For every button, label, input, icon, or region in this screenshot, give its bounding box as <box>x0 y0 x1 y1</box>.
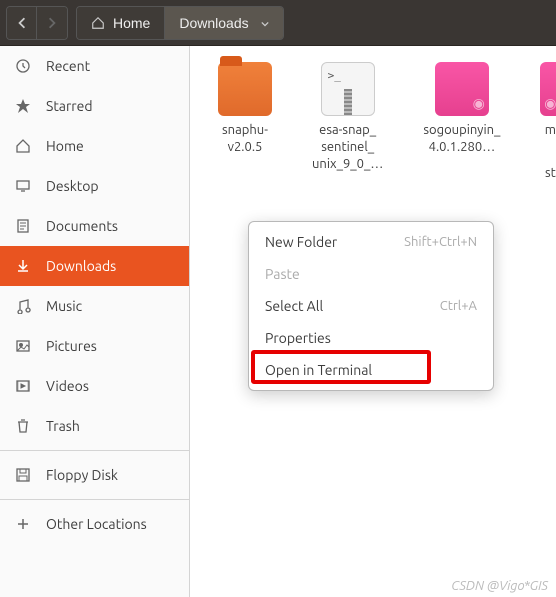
watermark: CSDN @Vigo*GIS <box>451 579 548 593</box>
sidebar-item-desktop[interactable]: Desktop <box>0 166 189 206</box>
star-icon <box>14 97 32 115</box>
file-label: st <box>545 165 556 182</box>
file-item-archive[interactable]: esa-snap_ sentinel_ unix_9_0_… <box>312 62 383 182</box>
sidebar-item-recent[interactable]: Recent <box>0 46 189 86</box>
forward-button[interactable] <box>37 7 67 39</box>
menu-item-label: Properties <box>265 330 331 346</box>
file-label: sogoupinyin_ 4.0.1.280… <box>423 122 500 156</box>
archive-icon <box>321 62 375 116</box>
file-label: snaphu- v2.0.5 <box>222 122 268 156</box>
breadcrumb-home-label: Home <box>113 15 150 31</box>
sidebar-item-floppy[interactable]: Floppy Disk <box>0 455 189 495</box>
toolbar: Home Downloads <box>0 0 556 46</box>
sidebar-item-label: Floppy Disk <box>46 467 118 483</box>
sidebar-item-label: Documents <box>46 218 118 234</box>
chevron-left-icon <box>16 17 28 29</box>
plus-icon <box>14 515 32 533</box>
clock-icon <box>14 57 32 75</box>
file-item-folder[interactable]: snaphu- v2.0.5 <box>218 62 272 182</box>
sidebar-item-label: Desktop <box>46 178 99 194</box>
chevron-right-icon <box>46 17 58 29</box>
documents-icon <box>14 217 32 235</box>
desktop-icon <box>14 177 32 195</box>
sidebar-item-home[interactable]: Home <box>0 126 189 166</box>
sidebar-item-label: Other Locations <box>46 516 147 532</box>
deb-package-icon <box>540 62 556 116</box>
trash-icon <box>14 417 32 435</box>
menu-item-label: New Folder <box>265 234 337 250</box>
sidebar-item-trash[interactable]: Trash <box>0 406 189 446</box>
home-icon <box>91 16 105 30</box>
sidebar-item-music[interactable]: Music <box>0 286 189 326</box>
context-menu: New Folder Shift+Ctrl+N Paste Select All… <box>248 221 494 391</box>
floppy-icon <box>14 466 32 484</box>
menu-item-properties[interactable]: Properties <box>249 322 493 354</box>
breadcrumb: Home Downloads <box>76 6 284 40</box>
deb-package-icon <box>435 62 489 116</box>
downloads-icon <box>14 257 32 275</box>
sidebar-item-label: Starred <box>46 98 93 114</box>
breadcrumb-current-label: Downloads <box>179 15 248 31</box>
menu-item-paste: Paste <box>249 258 493 290</box>
menu-item-label: Paste <box>265 266 300 282</box>
sidebar-item-documents[interactable]: Documents <box>0 206 189 246</box>
sidebar-item-label: Trash <box>46 418 80 434</box>
menu-item-new-folder[interactable]: New Folder Shift+Ctrl+N <box>249 226 493 258</box>
back-button[interactable] <box>7 7 37 39</box>
sidebar-item-other-locations[interactable]: Other Locations <box>0 504 189 544</box>
sidebar-item-label: Videos <box>46 378 89 394</box>
home-icon <box>14 137 32 155</box>
music-icon <box>14 297 32 315</box>
sidebar-item-label: Pictures <box>46 338 97 354</box>
sidebar-item-starred[interactable]: Starred <box>0 86 189 126</box>
menu-item-select-all[interactable]: Select All Ctrl+A <box>249 290 493 322</box>
file-item-deb[interactable]: sogoupinyin_ 4.0.1.280… <box>423 62 500 182</box>
menu-item-shortcut: Ctrl+A <box>440 299 477 313</box>
sidebar: Recent Starred Home Desktop Documents Do… <box>0 46 190 597</box>
sidebar-item-downloads[interactable]: Downloads <box>0 246 189 286</box>
file-grid: snaphu- v2.0.5 esa-snap_ sentinel_ unix_… <box>198 62 548 182</box>
sidebar-item-label: Home <box>46 138 84 154</box>
menu-item-open-terminal[interactable]: Open in Terminal <box>249 354 493 386</box>
menu-item-label: Select All <box>265 298 323 314</box>
breadcrumb-home[interactable]: Home <box>77 7 165 39</box>
sidebar-item-label: Music <box>46 298 82 314</box>
breadcrumb-current[interactable]: Downloads <box>165 7 282 39</box>
pictures-icon <box>14 337 32 355</box>
sidebar-item-label: Downloads <box>46 258 116 274</box>
menu-item-label: Open in Terminal <box>265 362 372 378</box>
sidebar-item-label: Recent <box>46 58 90 74</box>
chevron-down-icon <box>261 15 269 31</box>
file-label: esa-snap_ sentinel_ unix_9_0_… <box>312 122 383 173</box>
nav-group <box>6 6 68 40</box>
divider <box>0 450 189 451</box>
divider <box>0 499 189 500</box>
file-label: m <box>545 122 556 139</box>
sidebar-item-videos[interactable]: Videos <box>0 366 189 406</box>
sidebar-item-pictures[interactable]: Pictures <box>0 326 189 366</box>
file-item-partial[interactable]: m st <box>540 62 556 182</box>
menu-item-shortcut: Shift+Ctrl+N <box>404 235 477 249</box>
videos-icon <box>14 377 32 395</box>
folder-icon <box>218 62 272 116</box>
